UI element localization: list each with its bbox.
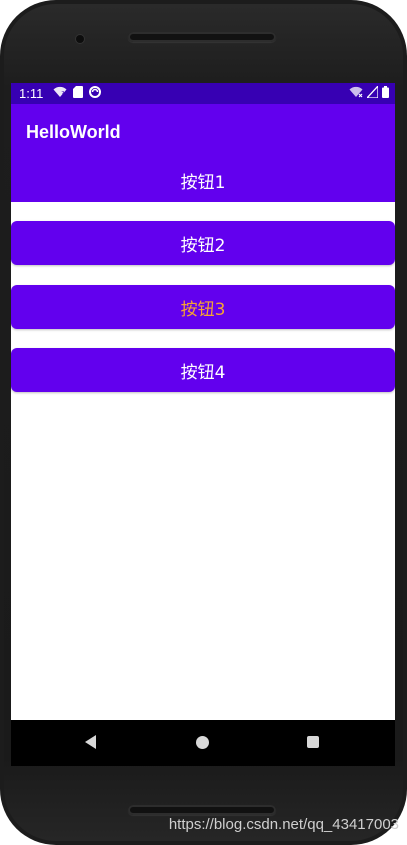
button-3[interactable]: 按钮3 (11, 285, 395, 329)
home-circle-icon[interactable] (196, 736, 209, 749)
battery-icon (382, 86, 389, 101)
front-camera (76, 35, 84, 43)
top-speaker (128, 32, 276, 42)
button-1[interactable]: 按钮1 (11, 158, 395, 202)
button-4-label: 按钮4 (180, 362, 226, 383)
button-1-label: 按钮1 (180, 172, 226, 193)
wifi-question-icon: ? (53, 86, 67, 101)
wifi-signal-icon (349, 86, 363, 101)
sync-circle-icon (89, 86, 101, 101)
status-right-icons (349, 84, 389, 101)
button-3-label: 按钮3 (180, 299, 226, 320)
status-time: 1:11 (19, 86, 44, 101)
button-2-label: 按钮2 (180, 235, 226, 256)
back-triangle-icon[interactable] (85, 735, 96, 749)
watermark-url: https://blog.csdn.net/qq_43417003 (168, 816, 399, 833)
screen: 1:11 ? HelloWorld 按钮1 按钮2 按钮3 按钮4 (11, 83, 395, 766)
svg-text:?: ? (61, 91, 64, 98)
button-4[interactable]: 按钮4 (11, 348, 395, 392)
button-2[interactable]: 按钮2 (11, 221, 395, 265)
navigation-bar (11, 720, 395, 766)
recents-square-icon[interactable] (307, 736, 319, 748)
cell-signal-icon (365, 84, 379, 101)
bottom-speaker (128, 805, 276, 815)
phone-frame: 1:11 ? HelloWorld 按钮1 按钮2 按钮3 按钮4 (0, 0, 407, 845)
status-left-icons: ? (53, 86, 101, 101)
status-bar: 1:11 ? (11, 83, 395, 104)
sd-card-icon (73, 86, 83, 101)
app-title: HelloWorld (26, 122, 121, 142)
app-bar: HelloWorld (11, 104, 395, 160)
